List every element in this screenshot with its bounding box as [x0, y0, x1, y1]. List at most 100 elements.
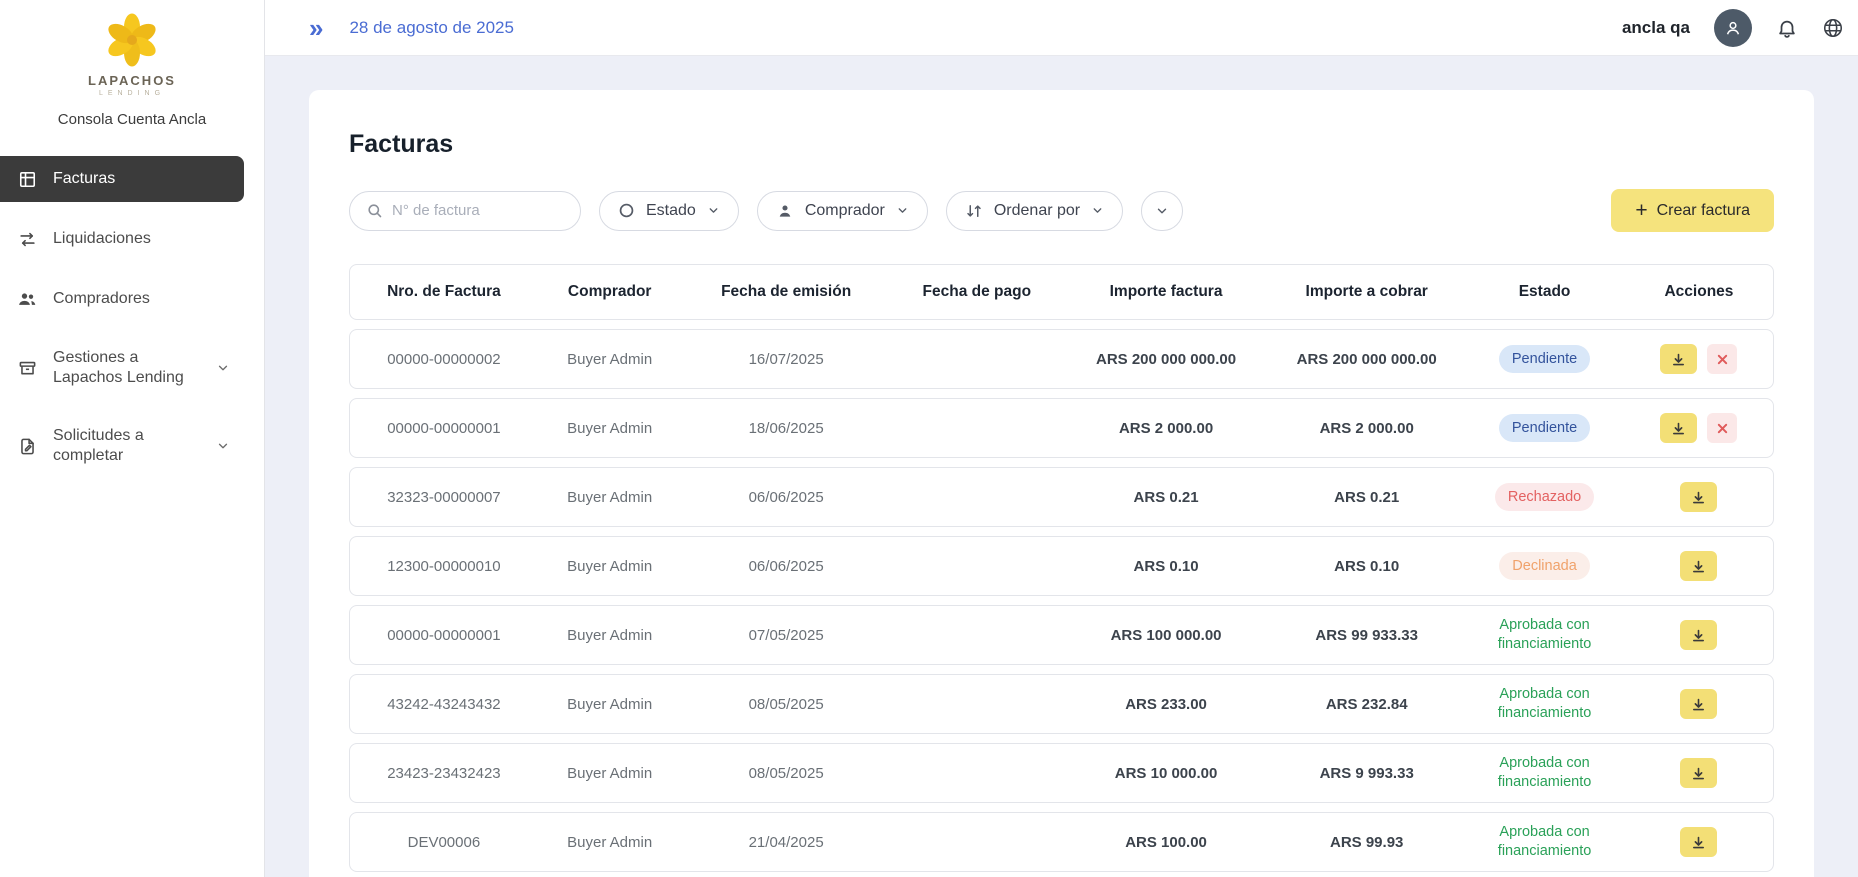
status-badge: Rechazado [1494, 482, 1595, 512]
header-fecha-emision: Fecha de emisión [721, 283, 852, 300]
cancel-x-icon [1717, 354, 1728, 364]
avatar[interactable] [1714, 8, 1752, 47]
cell-comprador: Buyer Admin [567, 488, 653, 506]
table-row[interactable]: 12300-00000010 Buyer Admin 06/06/2025 AR… [349, 536, 1774, 596]
console-label: Consola Cuenta Ancla [57, 111, 207, 128]
cell-importe-cobrar: ARS 2 000.00 [1319, 419, 1414, 437]
sidebar-menu: Facturas Liquidaciones Compradores Gesti… [0, 156, 264, 478]
status-badge: Aprobada con financiamiento [1497, 617, 1592, 652]
sidebar-item-liquidaciones[interactable]: Liquidaciones [0, 216, 244, 262]
table-row[interactable]: 32323-00000007 Buyer Admin 06/06/2025 AR… [349, 467, 1774, 527]
user-name: ancla qa [1621, 17, 1690, 37]
status-badge: Declinada [1499, 551, 1590, 581]
chevron-down-icon [707, 204, 720, 217]
more-filters-button[interactable] [1141, 190, 1184, 231]
cell-acciones [1625, 340, 1773, 378]
cell-fecha-emision: 06/06/2025 [748, 557, 824, 575]
cell-fecha-pago [891, 631, 1063, 639]
sidebar-item-facturas[interactable]: Facturas [0, 156, 244, 202]
cell-estado: Rechazado [1464, 479, 1625, 516]
sidebar-item-gestiones[interactable]: Gestiones a Lapachos Lending [0, 336, 244, 400]
brand: LAPACHOS LENDING Consola Cuenta Ancla [0, 0, 264, 132]
cell-importe-factura: ARS 0.10 [1133, 557, 1199, 575]
download-button[interactable] [1680, 827, 1718, 857]
table-row[interactable]: 23423-23432423 Buyer Admin 08/05/2025 AR… [349, 743, 1774, 803]
cell-nro: 43242-43243432 [387, 695, 501, 713]
ordenar-filter-label: Ordenar por [993, 201, 1081, 219]
table-row[interactable]: 00000-00000001 Buyer Admin 07/05/2025 AR… [349, 605, 1774, 665]
status-badge: Aprobada con financiamiento [1497, 824, 1592, 859]
status-badge: Aprobada con financiamiento [1497, 686, 1592, 721]
facturas-card: Facturas Estado [309, 90, 1814, 877]
download-button[interactable] [1680, 551, 1718, 581]
plus-icon: + [1635, 199, 1648, 222]
cell-importe-factura: ARS 233.00 [1125, 695, 1207, 713]
sidebar-item-compradores[interactable]: Compradores [0, 276, 244, 322]
download-icon [1693, 560, 1705, 572]
cell-fecha-emision: 21/04/2025 [748, 833, 824, 851]
table-row[interactable]: 43242-43243432 Buyer Admin 08/05/2025 AR… [349, 674, 1774, 734]
bell-icon[interactable] [1776, 17, 1798, 39]
grid-icon [16, 168, 38, 190]
cell-acciones [1625, 478, 1773, 516]
status-badge: Aprobada con financiamiento [1497, 755, 1592, 790]
download-button[interactable] [1680, 482, 1718, 512]
cell-importe-factura: ARS 200 000 000.00 [1096, 350, 1237, 368]
topbar: » 28 de agosto de 2025 ancla qa [265, 0, 1858, 56]
download-button[interactable] [1660, 344, 1698, 374]
sidebar-item-label: Gestiones a Lapachos Lending [53, 349, 184, 386]
sidebar-expand-icon[interactable]: » [309, 15, 323, 41]
cell-nro: 00000-00000001 [387, 419, 501, 437]
download-icon [1693, 698, 1705, 710]
cancel-button[interactable] [1707, 344, 1738, 374]
estado-filter[interactable]: Estado [599, 190, 739, 231]
table-row[interactable]: DEV00006 Buyer Admin 21/04/2025 ARS 100.… [349, 812, 1774, 872]
cell-fecha-pago [891, 838, 1063, 846]
cancel-x-icon [1717, 423, 1728, 433]
invoice-table: Nro. de Factura Comprador Fecha de emisi… [349, 264, 1774, 877]
lapachos-flower-logo [108, 13, 156, 67]
search-icon [366, 202, 383, 219]
cell-fecha-pago [891, 424, 1063, 432]
cell-fecha-pago [891, 700, 1063, 708]
table-header: Nro. de Factura Comprador Fecha de emisi… [349, 264, 1774, 320]
cell-nro: DEV00006 [407, 833, 481, 851]
sidebar-item-label: Facturas [53, 170, 116, 187]
search-input[interactable] [392, 202, 564, 219]
table-row[interactable]: 00000-00000002 Buyer Admin 16/07/2025 AR… [349, 329, 1774, 389]
download-button[interactable] [1680, 758, 1718, 788]
download-button[interactable] [1680, 620, 1718, 650]
header-comprador: Comprador [567, 283, 652, 300]
chevron-down-icon [216, 439, 230, 453]
cancel-button[interactable] [1707, 413, 1738, 443]
logo-title: LAPACHOS [88, 73, 176, 88]
header-importe-cobrar: Importe a cobrar [1305, 283, 1428, 300]
chevron-down-icon [1091, 204, 1104, 217]
cell-comprador: Buyer Admin [567, 695, 653, 713]
download-icon [1693, 767, 1705, 779]
cell-importe-cobrar: ARS 99 933.33 [1315, 626, 1418, 644]
table-row[interactable]: 00000-00000001 Buyer Admin 18/06/2025 AR… [349, 398, 1774, 458]
cell-estado: Pendiente [1464, 410, 1625, 447]
ordenar-filter[interactable]: Ordenar por [945, 190, 1124, 231]
cell-fecha-pago [891, 769, 1063, 777]
download-button[interactable] [1660, 413, 1698, 443]
cell-nro: 23423-23432423 [387, 764, 501, 782]
file-edit-icon [16, 435, 38, 457]
topbar-left: » 28 de agosto de 2025 [309, 15, 514, 41]
comprador-filter[interactable]: Comprador [756, 190, 928, 231]
globe-icon[interactable] [1822, 17, 1844, 39]
sidebar-item-solicitudes[interactable]: Solicitudes a completar [0, 414, 244, 478]
people-icon [16, 288, 38, 310]
cell-nro: 32323-00000007 [387, 488, 501, 506]
chevron-down-icon [896, 204, 909, 217]
download-button[interactable] [1680, 689, 1718, 719]
cell-importe-cobrar: ARS 200 000 000.00 [1296, 350, 1437, 368]
status-badge: Pendiente [1498, 344, 1591, 374]
create-invoice-button[interactable]: + Crear factura [1611, 189, 1774, 232]
cell-acciones [1625, 685, 1773, 723]
cell-nro: 00000-00000002 [387, 350, 501, 368]
cell-estado: Pendiente [1464, 341, 1625, 378]
cell-estado: Declinada [1464, 548, 1625, 585]
cell-fecha-emision: 08/05/2025 [748, 695, 824, 713]
